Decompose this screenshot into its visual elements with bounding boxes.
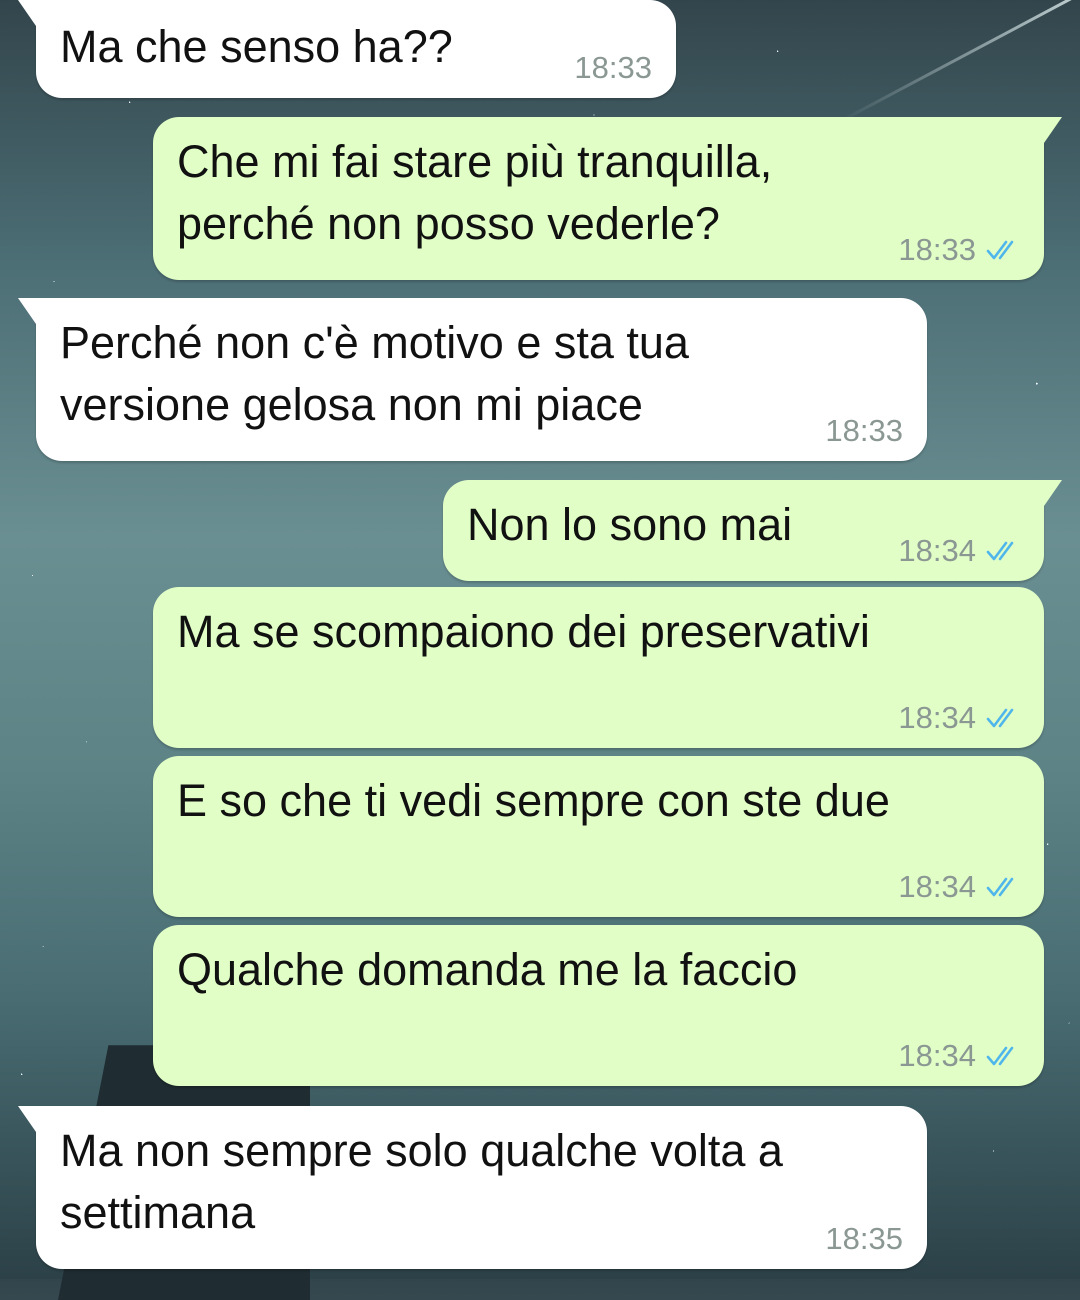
message-time: 18:34 xyxy=(898,533,976,568)
message-meta: 18:34 xyxy=(898,698,1020,738)
message-time: 18:34 xyxy=(898,869,976,904)
message-bubble-incoming[interactable]: Ma non sempre solo qualche volta a setti… xyxy=(18,1106,927,1269)
message-text: Qualche domanda me la faccio xyxy=(177,944,798,995)
double-check-icon xyxy=(986,1046,1014,1066)
message-bubble-incoming[interactable]: Ma che senso ha?? 18:33 xyxy=(18,0,676,98)
message-bubble-outgoing[interactable]: Ma se scompaiono dei preservativi 18:34 xyxy=(153,587,1044,748)
double-check-icon xyxy=(986,240,1014,260)
message-meta: 18:35 xyxy=(825,1219,903,1259)
message-time: 18:33 xyxy=(825,413,903,448)
message-text-line-1: Perché non c'è motivo e sta tua xyxy=(60,317,689,368)
message-text-line-1: Che mi fai stare più tranquilla, xyxy=(177,136,773,187)
message-text: Ma se scompaiono dei preservativi xyxy=(177,606,870,657)
message-text-line-2: settimana xyxy=(60,1187,256,1238)
message-meta: 18:34 xyxy=(898,1036,1020,1076)
double-check-icon xyxy=(986,877,1014,897)
message-time: 18:34 xyxy=(898,700,976,735)
message-meta: 18:34 xyxy=(898,867,1020,907)
message-text-line-1: Ma non sempre solo qualche volta a xyxy=(60,1125,783,1176)
message-meta: 18:34 xyxy=(898,531,1020,571)
double-check-icon xyxy=(986,708,1014,728)
message-bubble-outgoing[interactable]: E so che ti vedi sempre con ste due 18:3… xyxy=(153,756,1044,917)
message-bubble-outgoing[interactable]: Qualche domanda me la faccio 18:34 xyxy=(153,925,1044,1086)
message-time: 18:34 xyxy=(898,1038,976,1073)
message-bubble-incoming[interactable]: Perché non c'è motivo e sta tua versione… xyxy=(18,298,927,461)
message-text-line-2: perché non posso vederle? xyxy=(177,198,720,249)
message-bubble-outgoing[interactable]: Non lo sono mai 18:34 xyxy=(443,480,1062,581)
message-bubble-outgoing[interactable]: Che mi fai stare più tranquilla, perché … xyxy=(153,117,1062,280)
message-text-line-2: versione gelosa non mi piace xyxy=(60,379,643,430)
message-time: 18:33 xyxy=(898,232,976,267)
double-check-icon xyxy=(986,541,1014,561)
message-meta: 18:33 xyxy=(898,230,1020,270)
message-text: E so che ti vedi sempre con ste due xyxy=(177,775,890,826)
message-meta: 18:33 xyxy=(825,411,903,451)
message-text: Ma che senso ha?? xyxy=(60,21,453,72)
message-time: 18:33 xyxy=(574,50,652,85)
message-meta: 18:33 xyxy=(574,48,652,88)
message-time: 18:35 xyxy=(825,1221,903,1256)
